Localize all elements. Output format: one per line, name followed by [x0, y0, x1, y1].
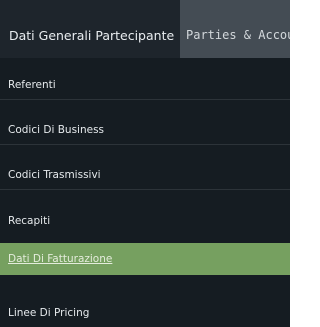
divider: [0, 99, 290, 100]
sidebar-item-dati-di-fatturazione[interactable]: Dati Di Fatturazione: [0, 243, 290, 275]
sidebar-item-label: Codici Trasmissivi: [8, 168, 101, 181]
tab-dati-generali-partecipante[interactable]: Dati Generali Partecipante: [0, 0, 180, 58]
app-window: Dati Generali Partecipante Parties & Acc…: [0, 0, 290, 327]
tab-parties-accounts[interactable]: Parties & Accou: [180, 0, 290, 58]
sidebar-menu: Referenti Codici Di Business Codici Tras…: [0, 58, 290, 327]
sidebar-item-linee-di-pricing[interactable]: Linee Di Pricing: [0, 298, 290, 327]
sidebar-item-codici-di-business[interactable]: Codici Di Business: [0, 115, 290, 144]
sidebar-item-recapiti[interactable]: Recapiti: [0, 206, 290, 235]
divider: [0, 144, 290, 145]
sidebar-item-label: Referenti: [8, 78, 56, 91]
sidebar-item-label: Recapiti: [8, 214, 51, 227]
sidebar-item-label: Codici Di Business: [8, 123, 105, 136]
sidebar-item-label: Linee Di Pricing: [8, 306, 90, 319]
sidebar-item-referenti[interactable]: Referenti: [0, 70, 290, 99]
sidebar-item-codici-trasmissivi[interactable]: Codici Trasmissivi: [0, 160, 290, 189]
tab-bar: Dati Generali Partecipante Parties & Acc…: [0, 0, 290, 58]
divider: [0, 189, 290, 190]
sidebar-item-label: Dati Di Fatturazione: [8, 253, 113, 265]
